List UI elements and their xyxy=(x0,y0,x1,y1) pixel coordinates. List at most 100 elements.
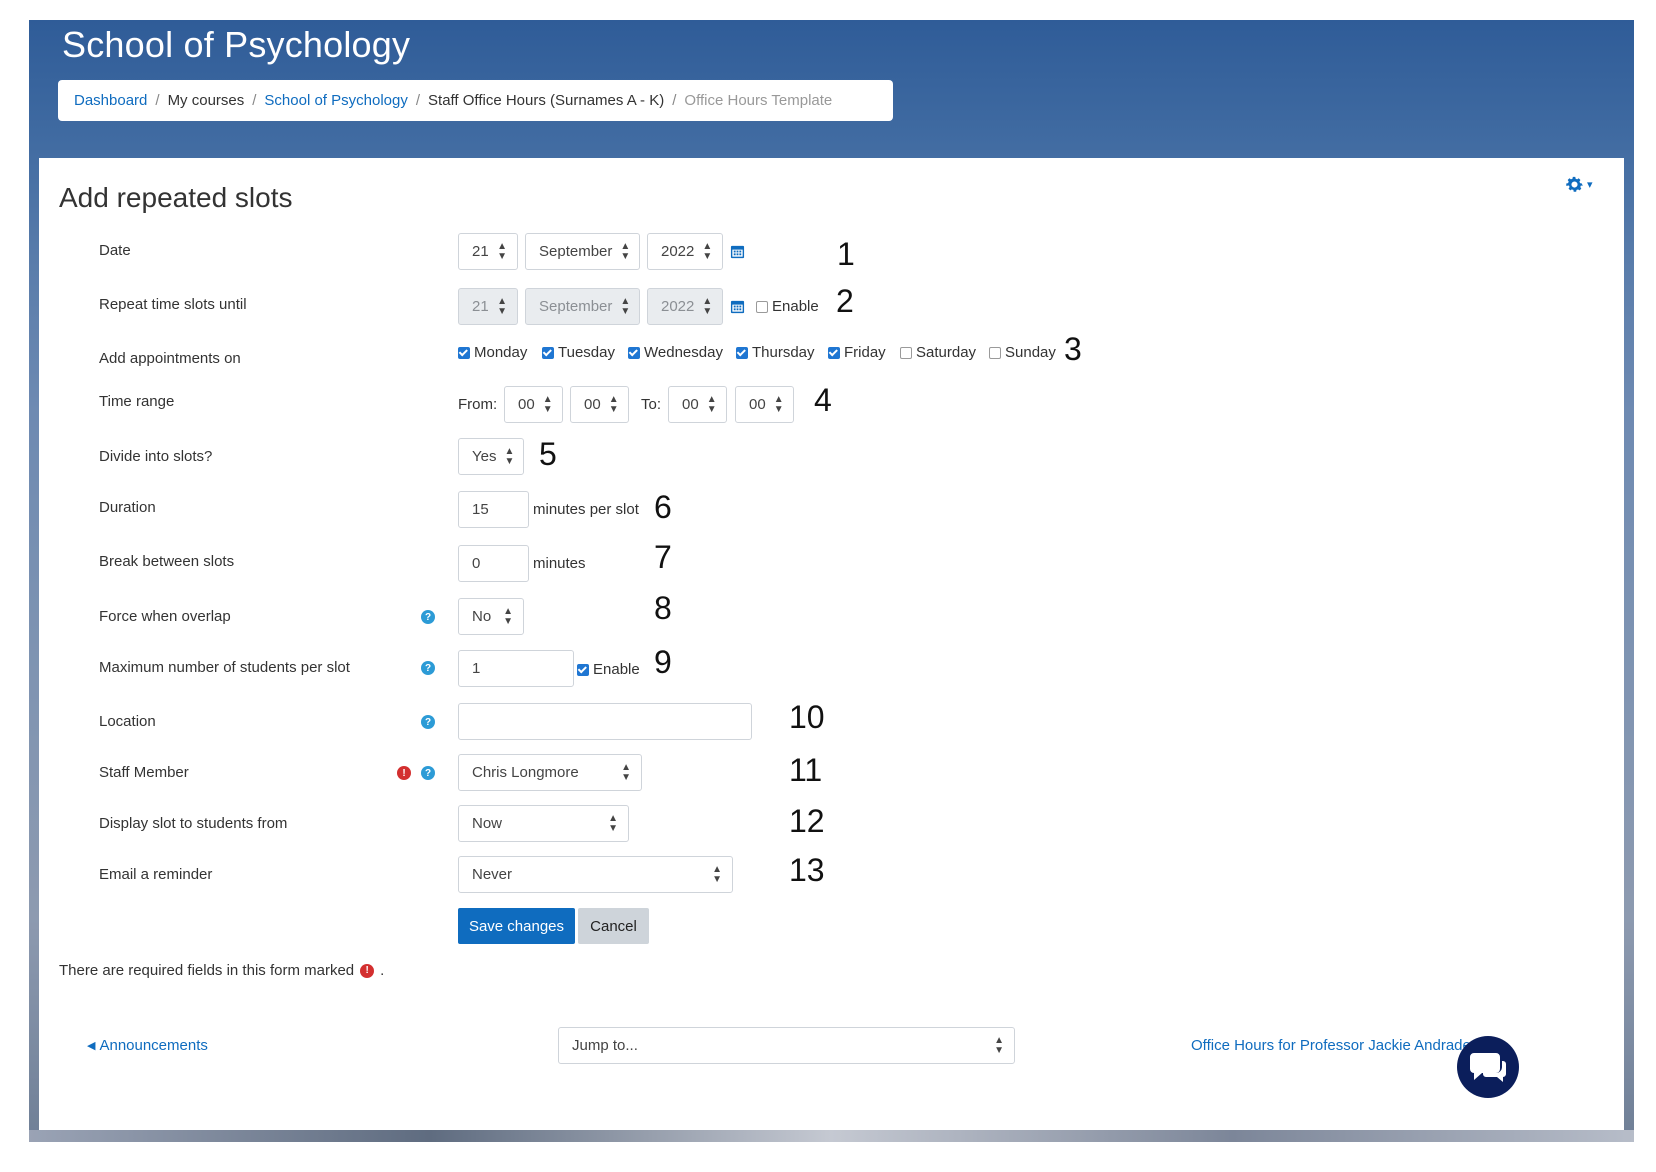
display-from-select[interactable]: Now ▲ ▼ xyxy=(458,805,629,842)
jump-to-select[interactable]: Jump to... ▲ ▼ xyxy=(558,1027,1015,1064)
day-label: Tuesday xyxy=(558,344,615,361)
duration-input[interactable]: 15 xyxy=(458,491,529,528)
checkbox-box[interactable] xyxy=(628,346,640,359)
previous-activity-label: Announcements xyxy=(99,1037,208,1054)
caret-left-icon: ◀ xyxy=(87,1040,96,1052)
checkbox-box[interactable] xyxy=(989,346,1001,359)
breadcrumb-staff-office-hours[interactable]: Staff Office Hours (Surnames A - K) xyxy=(428,92,664,109)
day-checkbox-saturday[interactable]: Saturday xyxy=(900,344,976,361)
breadcrumb-my-courses[interactable]: My courses xyxy=(168,92,245,109)
previous-activity-link[interactable]: ◀ Announcements xyxy=(87,1037,208,1054)
checkbox-box[interactable] xyxy=(542,346,554,359)
day-checkbox-monday[interactable]: Monday xyxy=(458,344,527,361)
to-minute-select[interactable]: 00 ▲ ▼ xyxy=(735,386,794,423)
repeat-year-value: 2022 xyxy=(661,298,695,315)
checkbox-box[interactable] xyxy=(900,346,912,359)
divide-select[interactable]: Yes ▲ ▼ xyxy=(458,438,524,475)
required-icon: ! xyxy=(397,766,411,780)
staff-member-label: Staff Member xyxy=(99,764,189,781)
repeat-enable-label: Enable xyxy=(772,298,819,315)
max-students-label: Maximum number of students per slot xyxy=(99,659,350,676)
date-day-value: 21 xyxy=(472,243,489,260)
annotation-number: 11 xyxy=(789,752,823,788)
duration-label: Duration xyxy=(99,499,156,516)
day-label: Monday xyxy=(474,344,528,361)
repeat-day-value: 21 xyxy=(472,298,489,315)
day-label: Friday xyxy=(844,344,886,361)
repeat-enable-checkbox[interactable]: Enable xyxy=(756,298,819,315)
annotation-number: 9 xyxy=(654,644,672,680)
date-day-select[interactable]: 21 ▲ ▼ xyxy=(458,233,518,270)
date-month-select[interactable]: September ▲ ▼ xyxy=(525,233,640,270)
to-hour-select[interactable]: 00 ▲ ▼ xyxy=(668,386,727,423)
checkbox-box[interactable] xyxy=(577,663,589,676)
site-title: School of Psychology xyxy=(62,24,411,65)
day-checkbox-sunday[interactable]: Sunday xyxy=(989,344,1056,361)
help-icon[interactable]: ? xyxy=(421,661,435,675)
display-from-label: Display slot to students from xyxy=(99,815,288,832)
help-icon[interactable]: ? xyxy=(421,715,435,729)
time-range-label: Time range xyxy=(99,393,175,410)
email-reminder-value: Never xyxy=(472,866,513,883)
chat-icon xyxy=(1470,1053,1506,1082)
date-year-value: 2022 xyxy=(661,243,695,260)
checkbox-box[interactable] xyxy=(736,346,748,359)
day-label: Saturday xyxy=(916,344,977,361)
breadcrumb-dashboard[interactable]: Dashboard xyxy=(74,92,147,109)
help-icon[interactable]: ? xyxy=(421,766,435,780)
updown-arrow-icon: ▲ ▼ xyxy=(702,295,713,317)
force-overlap-select[interactable]: No ▲ ▼ xyxy=(458,598,524,635)
staff-member-select[interactable]: Chris Longmore ▲ ▼ xyxy=(458,754,642,791)
updown-arrow-icon: ▲ ▼ xyxy=(608,812,618,834)
appointments-on-label: Add appointments on xyxy=(99,350,241,367)
force-overlap-label: Force when overlap xyxy=(99,608,231,625)
checkbox-box[interactable] xyxy=(458,346,470,359)
settings-menu[interactable]: ▾ xyxy=(1564,174,1593,195)
break-input[interactable]: 0 xyxy=(458,545,529,582)
checkbox-box[interactable] xyxy=(828,346,840,359)
jump-to-value: Jump to... xyxy=(572,1037,638,1054)
location-label: Location xyxy=(99,713,156,730)
display-from-value: Now xyxy=(472,815,503,832)
calendar-icon[interactable] xyxy=(730,244,745,259)
from-hour-select[interactable]: 00 ▲ ▼ xyxy=(504,386,563,423)
cancel-button[interactable]: Cancel xyxy=(578,908,649,944)
annotation-number: 6 xyxy=(654,489,672,525)
breadcrumb-separator: / xyxy=(155,92,160,109)
email-reminder-select[interactable]: Never ▲ ▼ xyxy=(458,856,733,893)
day-checkbox-thursday[interactable]: Thursday xyxy=(736,344,815,361)
checkbox-box[interactable] xyxy=(756,300,768,313)
save-button[interactable]: Save changes xyxy=(458,908,575,944)
break-suffix: minutes xyxy=(533,555,586,572)
repeat-day-select[interactable]: 21 ▲ ▼ xyxy=(458,288,518,325)
annotation-number: 8 xyxy=(654,590,672,626)
break-label: Break between slots xyxy=(99,553,235,570)
force-overlap-value: No xyxy=(472,608,492,625)
updown-arrow-icon: ▲ ▼ xyxy=(773,393,784,415)
max-students-input[interactable]: 1 xyxy=(458,650,574,687)
location-input[interactable] xyxy=(458,703,752,740)
annotation-number: 10 xyxy=(789,699,825,735)
day-label: Wednesday xyxy=(644,344,723,361)
calendar-icon[interactable] xyxy=(730,299,745,314)
day-checkbox-wednesday[interactable]: Wednesday xyxy=(628,344,723,361)
next-activity-link[interactable]: Office Hours for Professor Jackie Andrad… xyxy=(1191,1037,1469,1054)
date-year-select[interactable]: 2022 ▲ ▼ xyxy=(647,233,723,270)
annotation-number: 13 xyxy=(789,852,825,888)
from-minute-select[interactable]: 00 ▲ ▼ xyxy=(570,386,629,423)
updown-arrow-icon: ▲ ▼ xyxy=(702,240,713,262)
max-students-enable-checkbox[interactable]: Enable xyxy=(577,661,640,678)
day-checkbox-friday[interactable]: Friday xyxy=(828,344,886,361)
main-panel: Add repeated slots ▾ Date 21 ▲ ▼ September… xyxy=(39,158,1624,1130)
breadcrumb-school[interactable]: School of Psychology xyxy=(264,92,407,109)
chat-button[interactable] xyxy=(1457,1036,1519,1098)
repeat-month-select[interactable]: September ▲ ▼ xyxy=(525,288,640,325)
day-checkbox-tuesday[interactable]: Tuesday xyxy=(542,344,615,361)
repeat-year-select[interactable]: 2022 ▲ ▼ xyxy=(647,288,723,325)
to-minute-value: 00 xyxy=(749,396,766,413)
breadcrumb-separator: / xyxy=(252,92,257,109)
help-icon[interactable]: ? xyxy=(421,610,435,624)
gear-icon xyxy=(1566,176,1583,192)
updown-arrow-icon: ▲ ▼ xyxy=(497,240,507,262)
updown-arrow-icon: ▲ ▼ xyxy=(621,761,631,783)
